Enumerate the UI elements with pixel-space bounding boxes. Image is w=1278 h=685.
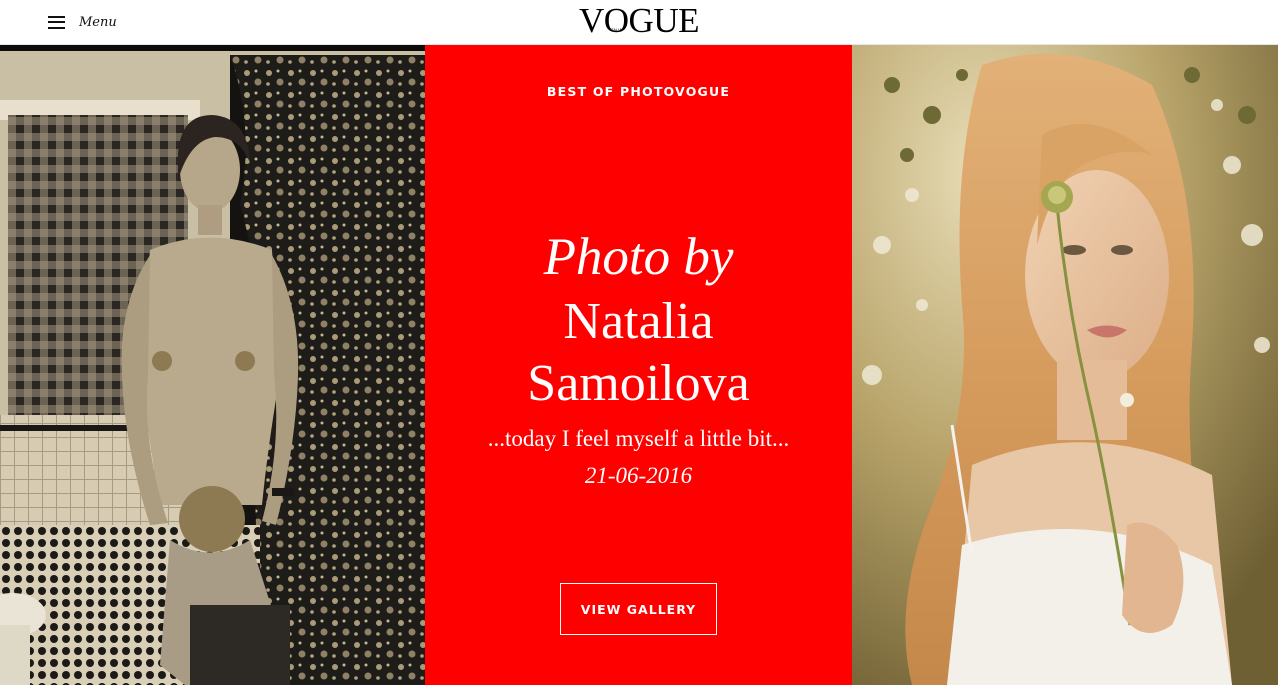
- feature-kicker[interactable]: BEST OF PHOTOVOGUE: [425, 84, 852, 99]
- logo-small-text: ITALIA: [610, 27, 622, 32]
- feature-photo-by: Photo by: [543, 228, 734, 286]
- feature-panel: BEST OF PHOTOVOGUE Photo by Natalia Samo…: [425, 45, 852, 685]
- view-gallery-button[interactable]: VIEW GALLERY: [560, 583, 717, 635]
- site-header: Menu VOGUE ITALIA: [0, 0, 1278, 45]
- feature-subtitle: ...today I feel myself a little bit...: [487, 426, 790, 451]
- name-line-2: Samoilova: [527, 355, 750, 412]
- right-photo[interactable]: [852, 45, 1278, 685]
- hero-panels: BEST OF PHOTOVOGUE Photo by Natalia Samo…: [0, 45, 1278, 685]
- name-line-1: Natalia: [563, 293, 714, 350]
- feature-photographer-name[interactable]: Natalia Samoilova: [425, 291, 852, 415]
- photo-redhead-icon: [852, 45, 1278, 685]
- logo-text: VOGUE: [579, 1, 699, 40]
- feature-date: 21-06-2016: [584, 463, 693, 488]
- photo-bathroom-icon: [0, 45, 425, 685]
- left-photo[interactable]: [0, 45, 425, 685]
- vogue-logo[interactable]: VOGUE ITALIA: [0, 2, 1278, 40]
